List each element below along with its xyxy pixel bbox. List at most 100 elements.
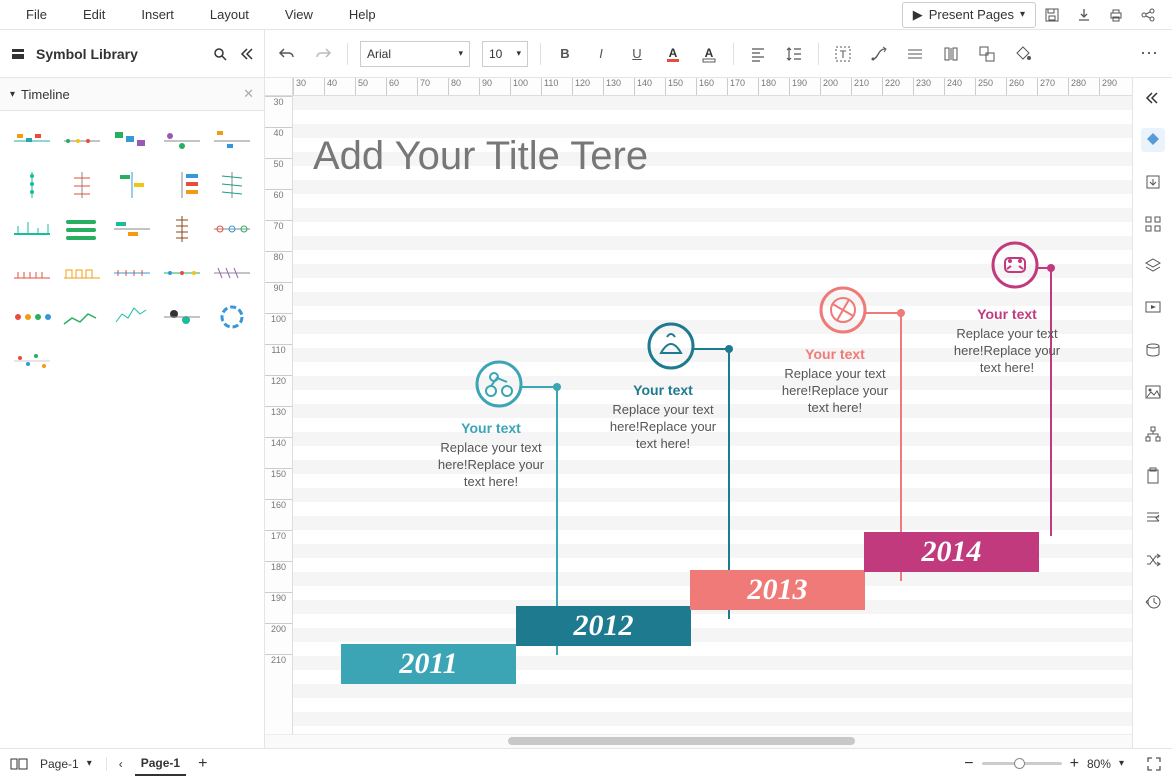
database-icon[interactable] xyxy=(1141,338,1165,362)
page-title[interactable]: Add Your Title Tere xyxy=(313,134,648,179)
symbol-thumb[interactable] xyxy=(160,255,204,291)
fill-button[interactable] xyxy=(1011,42,1035,66)
symbol-thumb[interactable] xyxy=(160,123,204,159)
font-family-select[interactable]: Arial ▾ xyxy=(360,41,470,67)
share-icon[interactable] xyxy=(1132,2,1164,28)
pages-icon[interactable] xyxy=(10,757,28,771)
underline-button[interactable]: U xyxy=(625,42,649,66)
indent-icon[interactable] xyxy=(1141,506,1165,530)
callout-2011[interactable]: Your text Replace your text here!Replace… xyxy=(431,420,551,491)
sitemap-icon[interactable] xyxy=(1141,422,1165,446)
symbol-thumb[interactable] xyxy=(210,255,254,291)
history-icon[interactable] xyxy=(1141,590,1165,614)
library-header: Symbol Library xyxy=(0,30,265,77)
zoom-slider[interactable] xyxy=(982,762,1062,765)
zoom-out-icon[interactable]: − xyxy=(964,755,973,773)
symbol-thumb[interactable] xyxy=(110,211,154,247)
close-icon[interactable]: ✕ xyxy=(243,86,254,102)
zoom-in-icon[interactable]: + xyxy=(1070,755,1079,773)
connector-button[interactable] xyxy=(867,42,891,66)
clipboard-icon[interactable] xyxy=(1141,464,1165,488)
symbol-thumb[interactable] xyxy=(160,299,204,335)
callout-2013[interactable]: Your text Replace your text here!Replace… xyxy=(775,346,895,417)
undo-button[interactable] xyxy=(275,42,299,66)
symbol-thumb[interactable] xyxy=(10,299,54,335)
symbol-thumb[interactable] xyxy=(210,299,254,335)
more-button[interactable]: ⋯ xyxy=(1138,42,1162,66)
symbol-thumb[interactable] xyxy=(210,123,254,159)
yearbox-2012[interactable]: 2012 xyxy=(516,606,691,646)
yearbox-2013[interactable]: 2013 xyxy=(690,570,865,610)
theme-icon[interactable] xyxy=(1141,128,1165,152)
callout-desc: Replace your text here!Replace your text… xyxy=(603,402,723,453)
print-icon[interactable] xyxy=(1100,2,1132,28)
svg-text:A: A xyxy=(705,46,714,60)
italic-button[interactable]: I xyxy=(589,42,613,66)
image-icon[interactable] xyxy=(1141,380,1165,404)
symbol-thumb[interactable] xyxy=(160,167,204,203)
import-icon[interactable] xyxy=(1141,170,1165,194)
canvas[interactable]: Add Your Title Tere Your text xyxy=(293,96,1132,734)
vertical-ruler: 3040506070809010011012013014015016017018… xyxy=(265,96,293,734)
export-icon[interactable] xyxy=(1068,2,1100,28)
section-timeline-header[interactable]: ▾ Timeline ✕ xyxy=(0,78,264,111)
menu-insert[interactable]: Insert xyxy=(123,1,192,28)
text-tool-button[interactable]: T xyxy=(831,42,855,66)
font-color-button[interactable]: A xyxy=(661,42,685,66)
symbol-thumb[interactable] xyxy=(60,167,104,203)
menu-edit[interactable]: Edit xyxy=(65,1,123,28)
horizontal-scrollbar[interactable] xyxy=(265,734,1132,748)
symbol-thumb[interactable] xyxy=(10,255,54,291)
add-page-icon[interactable]: + xyxy=(198,755,207,773)
bold-button[interactable]: B xyxy=(553,42,577,66)
symbol-thumb[interactable] xyxy=(10,167,54,203)
symbol-thumb[interactable] xyxy=(110,255,154,291)
callout-2014[interactable]: Your text Replace your text here!Replace… xyxy=(947,306,1067,377)
yearbox-2014[interactable]: 2014 xyxy=(864,532,1039,572)
symbol-thumb[interactable] xyxy=(60,299,104,335)
distribute-button[interactable] xyxy=(939,42,963,66)
symbol-thumb[interactable] xyxy=(210,211,254,247)
symbol-thumb[interactable] xyxy=(10,343,54,379)
menu-view[interactable]: View xyxy=(267,1,331,28)
layers-icon[interactable] xyxy=(1141,254,1165,278)
font-size-select[interactable]: 10 ▾ xyxy=(482,41,528,67)
prev-page-icon[interactable]: ‹ xyxy=(119,757,123,771)
symbol-thumb[interactable] xyxy=(110,167,154,203)
menu-layout[interactable]: Layout xyxy=(192,1,267,28)
grid-icon[interactable] xyxy=(1141,212,1165,236)
symbol-thumb[interactable] xyxy=(110,299,154,335)
symbol-thumb[interactable] xyxy=(60,211,104,247)
save-icon[interactable] xyxy=(1036,2,1068,28)
menu-file[interactable]: File xyxy=(8,1,65,28)
line-spacing-button[interactable] xyxy=(782,42,806,66)
redo-button[interactable] xyxy=(311,42,335,66)
symbol-thumb[interactable] xyxy=(10,123,54,159)
symbol-thumb[interactable] xyxy=(160,211,204,247)
callout-2012[interactable]: Your text Replace your text here!Replace… xyxy=(603,382,723,453)
canvas-area: 3040506070809010011012013014015016017018… xyxy=(265,78,1132,748)
symbol-thumb[interactable] xyxy=(10,211,54,247)
presentation-icon[interactable] xyxy=(1141,296,1165,320)
group-button[interactable] xyxy=(975,42,999,66)
present-pages-button[interactable]: ▶ Present Pages ▾ xyxy=(902,2,1036,28)
year-label: 2013 xyxy=(748,573,808,607)
highlight-button[interactable]: A xyxy=(697,42,721,66)
symbol-thumb[interactable] xyxy=(210,167,254,203)
symbol-thumb[interactable] xyxy=(60,255,104,291)
page-tab[interactable]: Page-1 xyxy=(135,752,186,776)
fullscreen-icon[interactable] xyxy=(1146,756,1162,772)
collapse-right-icon[interactable] xyxy=(1141,86,1165,110)
menu-help[interactable]: Help xyxy=(331,1,394,28)
zoom-control: − + 80% ▾ xyxy=(964,755,1124,773)
align-button[interactable] xyxy=(746,42,770,66)
symbol-thumb[interactable] xyxy=(60,123,104,159)
zoom-value[interactable]: 80% xyxy=(1087,757,1111,771)
shuffle-icon[interactable] xyxy=(1141,548,1165,572)
collapse-left-icon[interactable] xyxy=(238,46,254,62)
symbol-thumb[interactable] xyxy=(110,123,154,159)
page-select[interactable]: Page-1 ▾ xyxy=(40,757,107,771)
yearbox-2011[interactable]: 2011 xyxy=(341,644,516,684)
line-style-button[interactable] xyxy=(903,42,927,66)
search-icon[interactable] xyxy=(212,46,228,62)
